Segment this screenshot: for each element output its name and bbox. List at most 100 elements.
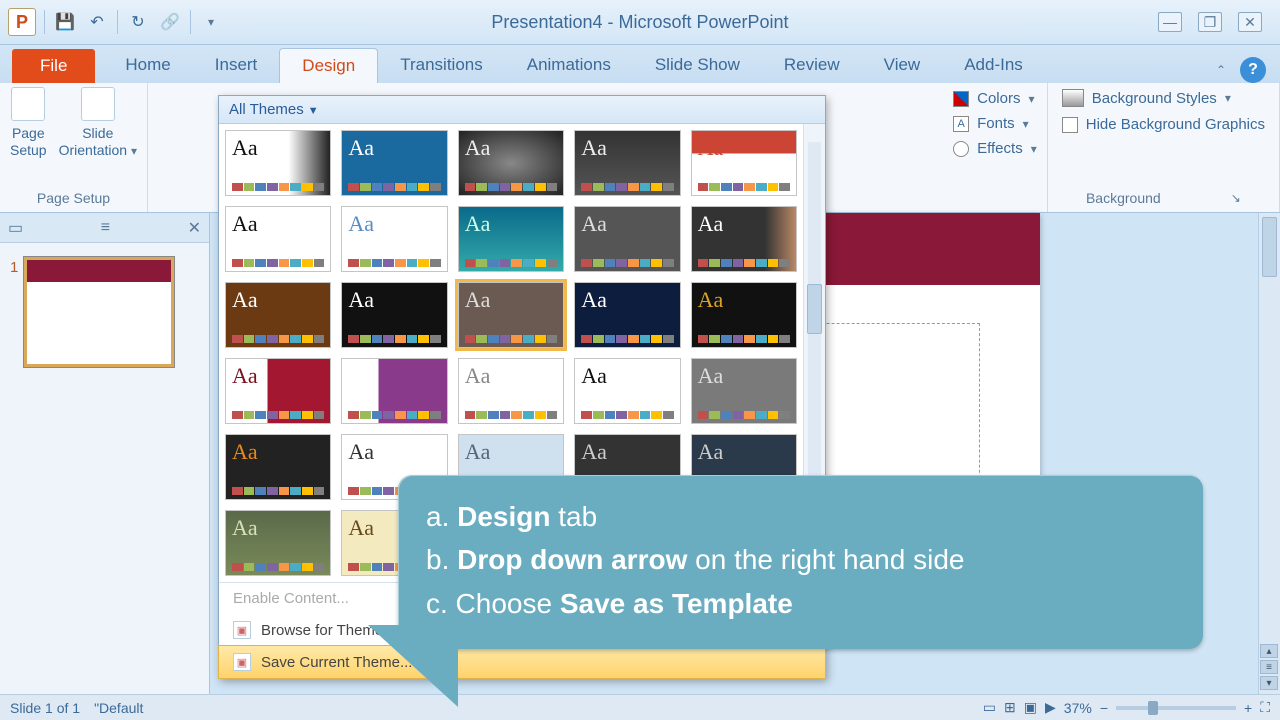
theme-thumbnail[interactable]: Aa xyxy=(574,358,680,424)
theme-sample-text: Aa xyxy=(232,363,258,389)
theme-sample-text: Aa xyxy=(232,287,258,313)
repeat-icon[interactable]: ↻ xyxy=(126,10,150,34)
theme-sample-text: Aa xyxy=(348,211,374,237)
help-icon[interactable]: ? xyxy=(1240,57,1266,83)
theme-swatches xyxy=(232,563,324,571)
theme-thumbnail[interactable]: Aa xyxy=(225,130,331,196)
tab-design[interactable]: Design xyxy=(279,48,378,83)
effects-button[interactable]: Effects ▾ xyxy=(953,137,1037,160)
view-reading-icon[interactable]: ▣ xyxy=(1024,699,1037,716)
theme-thumbnail[interactable]: Aa xyxy=(225,358,331,424)
theme-sample-text: Aa xyxy=(465,287,491,313)
ribbon-tabs: File HomeInsertDesignTransitionsAnimatio… xyxy=(0,45,1280,83)
group-background: Background Styles ▾ Hide Background Grap… xyxy=(1048,83,1280,212)
theme-swatches xyxy=(232,259,324,267)
slides-tab-icon[interactable]: ▭ xyxy=(8,218,23,238)
theme-thumbnail[interactable]: Aa xyxy=(458,206,564,272)
thumbnail-number: 1 xyxy=(10,257,18,276)
theme-sample-text: Aa xyxy=(698,287,724,313)
tab-slide-show[interactable]: Slide Show xyxy=(633,48,762,83)
restore-button[interactable]: ❐ xyxy=(1198,12,1222,32)
quick-access-toolbar: P 💾 ↶ ↻ 🔗 ▾ xyxy=(0,8,231,36)
outline-tab-icon[interactable]: ≡ xyxy=(101,219,110,237)
thumbnail-preview xyxy=(24,257,174,367)
theme-sample-text: Aa xyxy=(232,135,258,161)
theme-thumbnail[interactable]: Aa xyxy=(341,282,447,348)
theme-thumbnail[interactable]: Aa xyxy=(691,206,797,272)
gallery-filter[interactable]: All Themes▼ xyxy=(219,96,825,124)
theme-sample-text: Aa xyxy=(698,439,724,465)
theme-thumbnail[interactable]: Aa xyxy=(341,206,447,272)
undo-icon[interactable]: ↶ xyxy=(85,10,109,34)
group-label-background: Background xyxy=(1086,190,1161,206)
app-icon[interactable]: P xyxy=(8,8,36,36)
theme-thumbnail[interactable]: Aa xyxy=(458,358,564,424)
slide-nav-icon[interactable]: ≡ xyxy=(1260,660,1278,674)
theme-swatches xyxy=(698,411,790,419)
theme-swatches xyxy=(232,487,324,495)
background-styles-icon xyxy=(1062,89,1084,107)
theme-thumbnail[interactable]: Aa xyxy=(691,130,797,196)
zoom-out-icon[interactable]: − xyxy=(1100,700,1108,716)
close-pane-icon[interactable]: ✕ xyxy=(188,218,201,238)
theme-thumbnail[interactable]: Aa xyxy=(691,282,797,348)
group-page-setup: Page Setup Slide Orientation ▾ Page Setu… xyxy=(0,83,148,212)
tab-review[interactable]: Review xyxy=(762,48,862,83)
theme-thumbnail[interactable]: Aa xyxy=(574,130,680,196)
theme-thumbnail[interactable]: Aa xyxy=(225,434,331,500)
theme-thumbnail[interactable]: Aa xyxy=(341,130,447,196)
fit-to-window-icon[interactable]: ⛶ xyxy=(1260,699,1270,716)
save-icon[interactable]: 💾 xyxy=(53,10,77,34)
tab-add-ins[interactable]: Add-Ins xyxy=(942,48,1045,83)
next-slide-icon[interactable]: ▾ xyxy=(1260,676,1278,690)
theme-sample-text: Aa xyxy=(465,439,491,465)
tab-insert[interactable]: Insert xyxy=(193,48,280,83)
zoom-in-icon[interactable]: + xyxy=(1244,700,1252,716)
group-label-page-setup: Page Setup xyxy=(37,186,110,210)
slide-orientation-button[interactable]: Slide Orientation ▾ xyxy=(59,87,137,159)
tab-home[interactable]: Home xyxy=(103,48,192,83)
background-launcher-icon[interactable]: ↘ xyxy=(1231,191,1241,205)
window-controls: — ❐ ✕ xyxy=(1158,12,1280,32)
minimize-button[interactable]: — xyxy=(1158,12,1182,32)
theme-swatches xyxy=(465,259,557,267)
slide-thumbnail[interactable]: 1 xyxy=(10,257,199,367)
tab-transitions[interactable]: Transitions xyxy=(378,48,505,83)
qat-customize-icon[interactable]: ▾ xyxy=(199,10,223,34)
theme-sample-text: Aa xyxy=(348,363,374,389)
theme-thumbnail[interactable]: Aa xyxy=(225,510,331,576)
save-current-theme-item[interactable]: ▣ Save Current Theme... xyxy=(218,645,826,679)
theme-thumbnail[interactable]: Aa xyxy=(691,358,797,424)
zoom-slider[interactable] xyxy=(1116,706,1236,710)
theme-thumbnail[interactable]: Aa xyxy=(574,206,680,272)
theme-sample-text: Aa xyxy=(698,135,724,161)
prev-slide-icon[interactable]: ▴ xyxy=(1260,644,1278,658)
page-setup-button[interactable]: Page Setup xyxy=(10,87,47,159)
theme-thumbnail[interactable]: Aa xyxy=(341,358,447,424)
slide-thumbnail-pane: ▭ ≡ ✕ 1 xyxy=(0,213,210,694)
theme-thumbnail[interactable]: Aa xyxy=(458,282,564,348)
vertical-scrollbar[interactable]: ▴ ≡ ▾ xyxy=(1258,213,1280,694)
view-normal-icon[interactable]: ▭ xyxy=(983,699,996,716)
view-slideshow-icon[interactable]: ▶ xyxy=(1045,699,1056,716)
background-styles-button[interactable]: Background Styles ▾ xyxy=(1062,89,1231,107)
theme-sample-text: Aa xyxy=(465,363,491,389)
theme-thumbnail[interactable]: Aa xyxy=(458,130,564,196)
theme-thumbnail[interactable]: Aa xyxy=(225,282,331,348)
fonts-button[interactable]: AFonts ▾ xyxy=(953,112,1029,135)
theme-sample-text: Aa xyxy=(698,211,724,237)
page-setup-icon xyxy=(11,87,45,121)
close-button[interactable]: ✕ xyxy=(1238,12,1262,32)
qat-misc-icon[interactable]: 🔗 xyxy=(158,10,182,34)
theme-thumbnail[interactable]: Aa xyxy=(225,206,331,272)
colors-button[interactable]: Colors ▾ xyxy=(953,87,1034,110)
theme-sample-text: Aa xyxy=(465,135,491,161)
ribbon-collapse-icon[interactable]: ⌃ xyxy=(1216,63,1226,77)
theme-swatches xyxy=(581,259,673,267)
view-sorter-icon[interactable]: ⊞ xyxy=(1004,699,1016,716)
tab-file[interactable]: File xyxy=(12,49,95,83)
tab-animations[interactable]: Animations xyxy=(505,48,633,83)
tab-view[interactable]: View xyxy=(862,48,943,83)
hide-background-checkbox[interactable]: Hide Background Graphics xyxy=(1062,113,1265,136)
theme-thumbnail[interactable]: Aa xyxy=(574,282,680,348)
